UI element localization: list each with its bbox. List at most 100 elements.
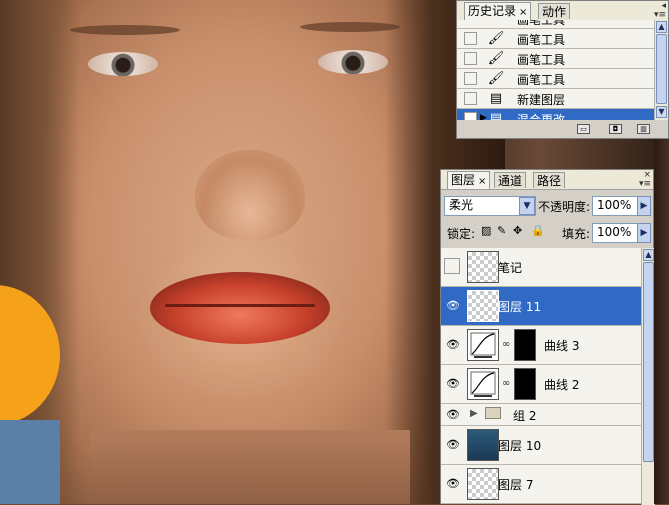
history-scrollbar[interactable]: ▲ ▼ [654,20,668,120]
scroll-up-icon[interactable]: ▲ [656,21,667,33]
eye-icon[interactable]: 👁 [446,477,460,491]
background-strip [654,139,669,504]
history-panel: 历史记录 × 动作 ◂ ▾≡ 画笔工具 🖌 画笔工具 🖌 画笔工具 🖌 画笔工具 … [456,0,669,139]
expand-triangle-icon[interactable]: ▶ [470,408,478,419]
layers-panel: 图层 × 通道 路径 × ▾≡ 柔光 ▼ 不透明度: 100% ▶ 锁定: ▨ ✎… [440,169,655,505]
chain-link-icon[interactable]: ∞ [502,339,510,350]
history-row[interactable]: 🖌 画笔工具 [457,29,654,49]
layers-scrollbar[interactable]: ▲ [641,248,655,505]
history-tab-bar: 历史记录 × 动作 ◂ ▾≡ [457,1,668,21]
tab-actions[interactable]: 动作 [538,3,571,19]
close-icon[interactable]: × [519,7,527,18]
layer-row[interactable]: 👁 ∞ 曲线 2 [441,365,641,404]
scroll-up-icon[interactable]: ▲ [643,249,654,261]
nose [195,150,305,240]
eye-icon[interactable]: 👁 [446,408,460,422]
eye-icon[interactable]: 👁 [446,338,460,352]
scroll-thumb[interactable] [643,262,654,462]
curves-adjustment-icon [467,329,499,361]
layer-name: 组 2 [513,409,537,423]
layer-name: 图层 11 [498,300,542,314]
snapshot-checkbox[interactable] [464,92,477,105]
opacity-input[interactable]: 100% [592,196,638,216]
layer-mask-thumbnail[interactable] [514,368,536,400]
tab-history-label: 历史记录 [468,4,517,18]
brush-icon: 🖌 [487,71,505,86]
panel-menu-icon[interactable]: ▾≡ [639,179,651,189]
snapshot-checkbox[interactable] [464,72,477,85]
lock-position-icon[interactable]: ✥ [513,224,522,237]
new-document-from-state-icon[interactable]: ▭ [577,124,590,134]
brush-icon: 🖌 [487,31,505,46]
layer-mask-thumbnail[interactable] [514,329,536,361]
close-icon[interactable]: × [478,176,486,187]
blend-mode-select[interactable]: 柔光 ▼ [444,196,536,216]
blue-clothing [0,420,60,504]
left-eye [88,52,158,76]
scroll-down-icon[interactable]: ▼ [656,106,667,118]
fill-input[interactable]: 100% [592,223,638,243]
layer-thumbnail [467,290,499,322]
layer-row-selected[interactable]: 👁 图层 11 [441,287,641,326]
opacity-label: 不透明度: [538,200,591,214]
chain-link-icon[interactable]: ∞ [502,378,510,389]
document-icon: ▤ [489,91,503,106]
eye-icon[interactable]: 👁 [446,438,460,452]
right-eye [318,50,388,74]
layers-list: 笔记 👁 图层 11 👁 ∞ 曲线 3 👁 ∞ 曲线 2 👁 ▶ 组 2 👁 图… [441,248,655,505]
lips [150,272,330,344]
history-row[interactable]: 🖌 画笔工具 [457,49,654,69]
camera-snapshot-icon[interactable]: ◘ [609,124,622,134]
history-row[interactable]: ▤ 新建图层 [457,89,654,109]
lock-all-icon[interactable]: 🔒 [531,224,545,237]
layer-thumbnail [467,468,499,500]
panel-menu-icon[interactable]: ▾≡ [654,10,666,20]
fill-label: 填充: [562,227,591,241]
layer-name: 曲线 3 [544,339,580,353]
layer-row[interactable]: 👁 ∞ 曲线 3 [441,326,641,365]
lock-pixels-icon[interactable]: ✎ [497,224,506,237]
tab-layers-label: 图层 [451,173,476,187]
tab-history[interactable]: 历史记录 × [464,2,532,20]
tab-channels-label: 通道 [498,174,523,188]
blend-mode-value: 柔光 [449,198,474,212]
folder-icon [485,407,501,419]
layer-name: 笔记 [498,261,523,275]
brush-icon: 🖌 [487,51,505,66]
history-row-label: 画笔工具 [517,73,566,87]
neck [90,430,410,504]
history-footer: ▭ ◘ ▥ [457,120,668,138]
layer-group-row[interactable]: 👁 ▶ 组 2 [441,404,641,426]
lock-transparent-icon[interactable]: ▨ [481,224,491,237]
eye-icon[interactable]: 👁 [446,377,460,391]
curves-adjustment-icon [467,368,499,400]
layer-thumbnail [467,251,499,283]
chevron-down-icon[interactable]: ▼ [519,197,535,215]
layer-name: 图层 7 [498,478,534,492]
history-row[interactable]: 🖌 画笔工具 [457,69,654,89]
opacity-value: 100% [597,198,632,212]
scroll-thumb[interactable] [656,34,667,104]
tab-channels[interactable]: 通道 [494,172,527,188]
history-row-partial[interactable]: 画笔工具 [457,20,654,29]
history-row-label: 画笔工具 [517,20,566,27]
tab-layers[interactable]: 图层 × [447,171,491,189]
snapshot-checkbox[interactable] [464,32,477,45]
layer-row[interactable]: 👁 图层 7 [441,465,641,504]
fill-slider-arrow-icon[interactable]: ▶ [637,223,651,243]
layer-thumbnail [467,429,499,461]
lock-label: 锁定: [447,227,476,241]
history-row-label: 画笔工具 [517,33,566,47]
trash-icon[interactable]: ▥ [637,124,650,134]
tab-paths[interactable]: 路径 [533,172,566,188]
eye-icon[interactable]: 👁 [446,299,460,313]
visibility-toggle-off[interactable] [444,258,460,274]
snapshot-checkbox[interactable] [464,52,477,65]
fill-value: 100% [597,225,632,239]
opacity-slider-arrow-icon[interactable]: ▶ [637,196,651,216]
layer-row[interactable]: 笔记 [441,248,641,287]
layer-row[interactable]: 👁 图层 10 [441,426,641,465]
lip-line [165,304,315,307]
layers-tab-bar: 图层 × 通道 路径 × ▾≡ [441,170,653,190]
left-eyebrow [70,25,180,35]
